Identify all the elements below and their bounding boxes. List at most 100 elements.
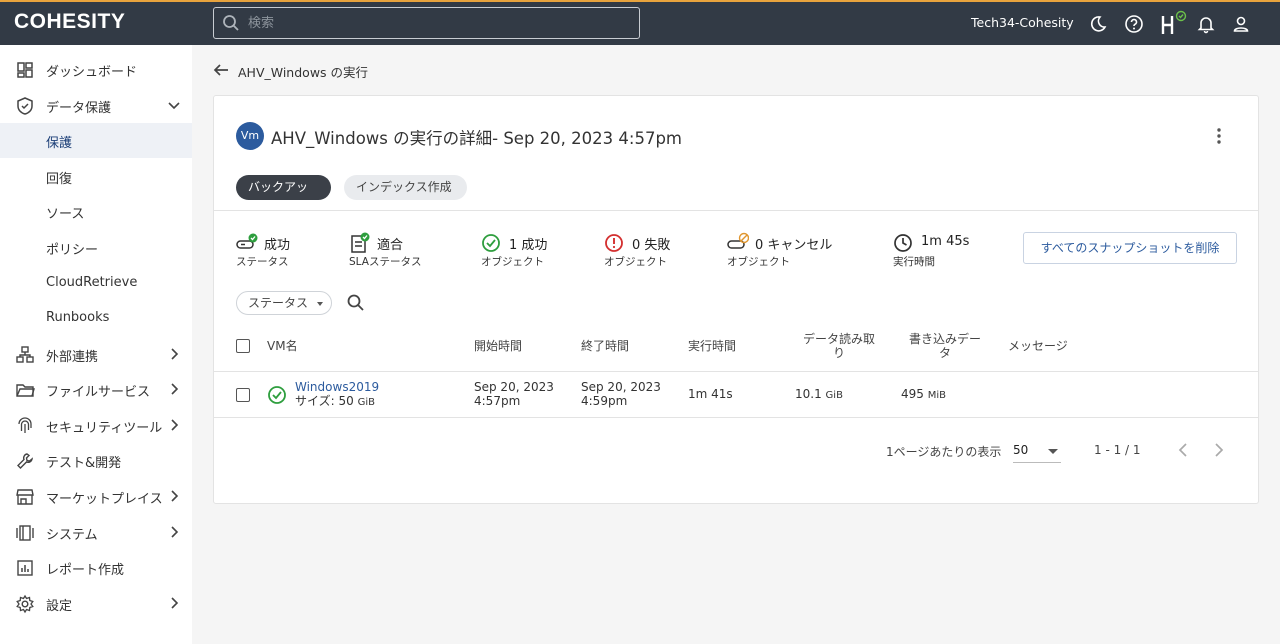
search-icon <box>223 15 239 31</box>
chevron-right-icon <box>171 597 179 609</box>
sidebar-item-runbooks[interactable]: Runbooks <box>0 301 192 336</box>
vm-name-link[interactable]: Windows2019 <box>295 380 379 394</box>
column-header-start-time[interactable]: 開始時間 <box>474 339 522 353</box>
chevron-right-icon <box>171 348 179 360</box>
vm-badge: Vm <box>236 122 264 150</box>
duration: 1m 41s <box>688 387 733 401</box>
status-filter[interactable]: ステータス <box>236 291 332 315</box>
sidebar-item-policies[interactable]: ポリシー <box>0 230 192 265</box>
divider <box>214 417 1258 418</box>
stat-value: 0 失敗 <box>632 238 671 253</box>
column-header-data-written[interactable]: 書き込みデー タ <box>906 332 984 360</box>
sidebar-item-label: 回復 <box>46 172 73 187</box>
folder-icon <box>16 384 35 397</box>
top-bar: COHESITY Tech34-Cohesity <box>0 0 1280 45</box>
column-header-text: 書き込みデー <box>908 332 981 346</box>
vm-size-unit: GiB <box>357 397 375 408</box>
cohesity-logo[interactable]: COHESITY <box>14 10 125 34</box>
store-icon <box>16 489 34 505</box>
sidebar-item-recovery[interactable]: 回復 <box>0 159 192 194</box>
user-icon[interactable] <box>1231 14 1251 34</box>
sidebar-item-label: Runbooks <box>46 310 110 325</box>
column-header-end-time[interactable]: 終了時間 <box>581 339 629 353</box>
sidebar-item-settings[interactable]: 設定 <box>0 586 192 621</box>
column-header-data-read[interactable]: データ読み取 り <box>799 332 879 360</box>
tab-indexing[interactable]: インデックス作成 <box>344 175 467 200</box>
shield-icon <box>17 97 33 115</box>
system-icon <box>16 525 34 541</box>
tab-backup[interactable]: バックアップ <box>236 175 331 219</box>
sidebar-item-marketplace[interactable]: マーケットプレイス <box>0 479 192 514</box>
chevron-down-icon <box>168 102 180 110</box>
search-input[interactable] <box>248 12 628 34</box>
sla-icon <box>351 232 370 253</box>
stat-value: 適合 <box>377 238 404 253</box>
sidebar-item-file-services[interactable]: ファイルサービス <box>0 372 192 407</box>
start-clock: 4:57pm <box>474 394 521 408</box>
sidebar-item-sources[interactable]: ソース <box>0 194 192 229</box>
wrench-icon <box>17 453 34 469</box>
sidebar-item-label: テスト&開発 <box>46 456 122 471</box>
items-per-page-select[interactable]: 50 <box>1013 441 1061 463</box>
data-read: 10.1 GiB <box>795 387 843 403</box>
sidebar-item-dashboard[interactable]: ダッシュボード <box>0 52 192 87</box>
sidebar-item-label: 外部連携 <box>46 350 99 365</box>
sidebar-item-data-protection[interactable]: データ保護 <box>0 88 192 123</box>
status-filter-label: ステータス <box>248 296 309 310</box>
sidebar-item-label: ソース <box>46 207 85 222</box>
sidebar-item-reports[interactable]: レポート作成 <box>0 550 192 585</box>
report-icon <box>17 560 33 576</box>
chevron-left-icon[interactable] <box>1175 441 1191 459</box>
data-read-value: 10.1 <box>795 387 822 401</box>
chevron-right-icon[interactable] <box>1211 441 1227 459</box>
stat-label: オブジェクト <box>481 256 544 268</box>
column-header-message[interactable]: メッセージ <box>1008 339 1068 353</box>
sidebar-item-label: CloudRetrieve <box>46 275 138 290</box>
clock-icon <box>894 234 912 252</box>
back-arrow-icon[interactable] <box>212 61 230 79</box>
select-all-checkbox[interactable] <box>236 339 250 353</box>
fingerprint-icon <box>18 417 32 433</box>
sidebar-item-protection[interactable]: 保護 <box>0 123 192 158</box>
sidebar-item-security-tools[interactable]: セキュリティツール <box>0 408 192 443</box>
breadcrumb[interactable]: AHV_Windows の実行 <box>238 62 368 81</box>
integration-icon <box>16 346 34 363</box>
sidebar-item-system[interactable]: システム <box>0 515 192 550</box>
stat-value: 成功 <box>264 238 291 253</box>
moon-icon[interactable] <box>1088 14 1108 34</box>
more-vert-icon[interactable] <box>1209 126 1229 146</box>
data-written-value: 495 <box>901 387 924 401</box>
help-icon[interactable] <box>1124 14 1144 34</box>
chevron-right-icon <box>171 490 179 502</box>
stat-label: SLAステータス <box>349 256 422 268</box>
username[interactable]: Tech34-Cohesity <box>971 15 1074 30</box>
sidebar-item-label: マーケットプレイス <box>46 492 163 507</box>
items-per-page-value: 50 <box>1013 443 1029 457</box>
sidebar-item-label: データ保護 <box>46 101 112 116</box>
error-icon <box>605 234 623 252</box>
search-icon[interactable] <box>346 293 366 313</box>
helios-icon[interactable] <box>1160 8 1188 36</box>
stat-label: オブジェクト <box>727 256 790 268</box>
bell-icon[interactable] <box>1196 14 1216 34</box>
sidebar-item-test-dev[interactable]: テスト&開発 <box>0 443 192 478</box>
vm-size: サイズ: 50 GiB <box>295 394 375 410</box>
sidebar-item-cloudretrieve[interactable]: CloudRetrieve <box>0 266 192 301</box>
stat-label: ステータス <box>236 256 289 268</box>
stat-value: 1m 45s <box>921 234 970 249</box>
sidebar-item-label: ダッシュボード <box>46 65 138 80</box>
sidebar-item-integrations[interactable]: 外部連携 <box>0 337 192 372</box>
items-per-page-label: 1ページあたりの表示 <box>886 445 1002 459</box>
row-checkbox[interactable] <box>236 388 250 402</box>
gear-icon <box>16 594 34 614</box>
search-box[interactable] <box>213 7 640 39</box>
column-header-duration[interactable]: 実行時間 <box>688 339 736 353</box>
stat-label: 実行時間 <box>893 256 935 268</box>
data-read-unit: GiB <box>825 390 843 401</box>
run-details-card: Vm AHV_Windows の実行の詳細- Sep 20, 2023 4:57… <box>213 95 1259 504</box>
sidebar-item-label: ポリシー <box>46 243 99 258</box>
sidebar-item-label: セキュリティツール <box>46 421 163 436</box>
delete-all-snapshots-button[interactable]: すべてのスナップショットを削除 <box>1023 232 1237 264</box>
column-header-vm-name[interactable]: VM名 <box>267 339 298 353</box>
status-success-icon <box>236 233 258 249</box>
